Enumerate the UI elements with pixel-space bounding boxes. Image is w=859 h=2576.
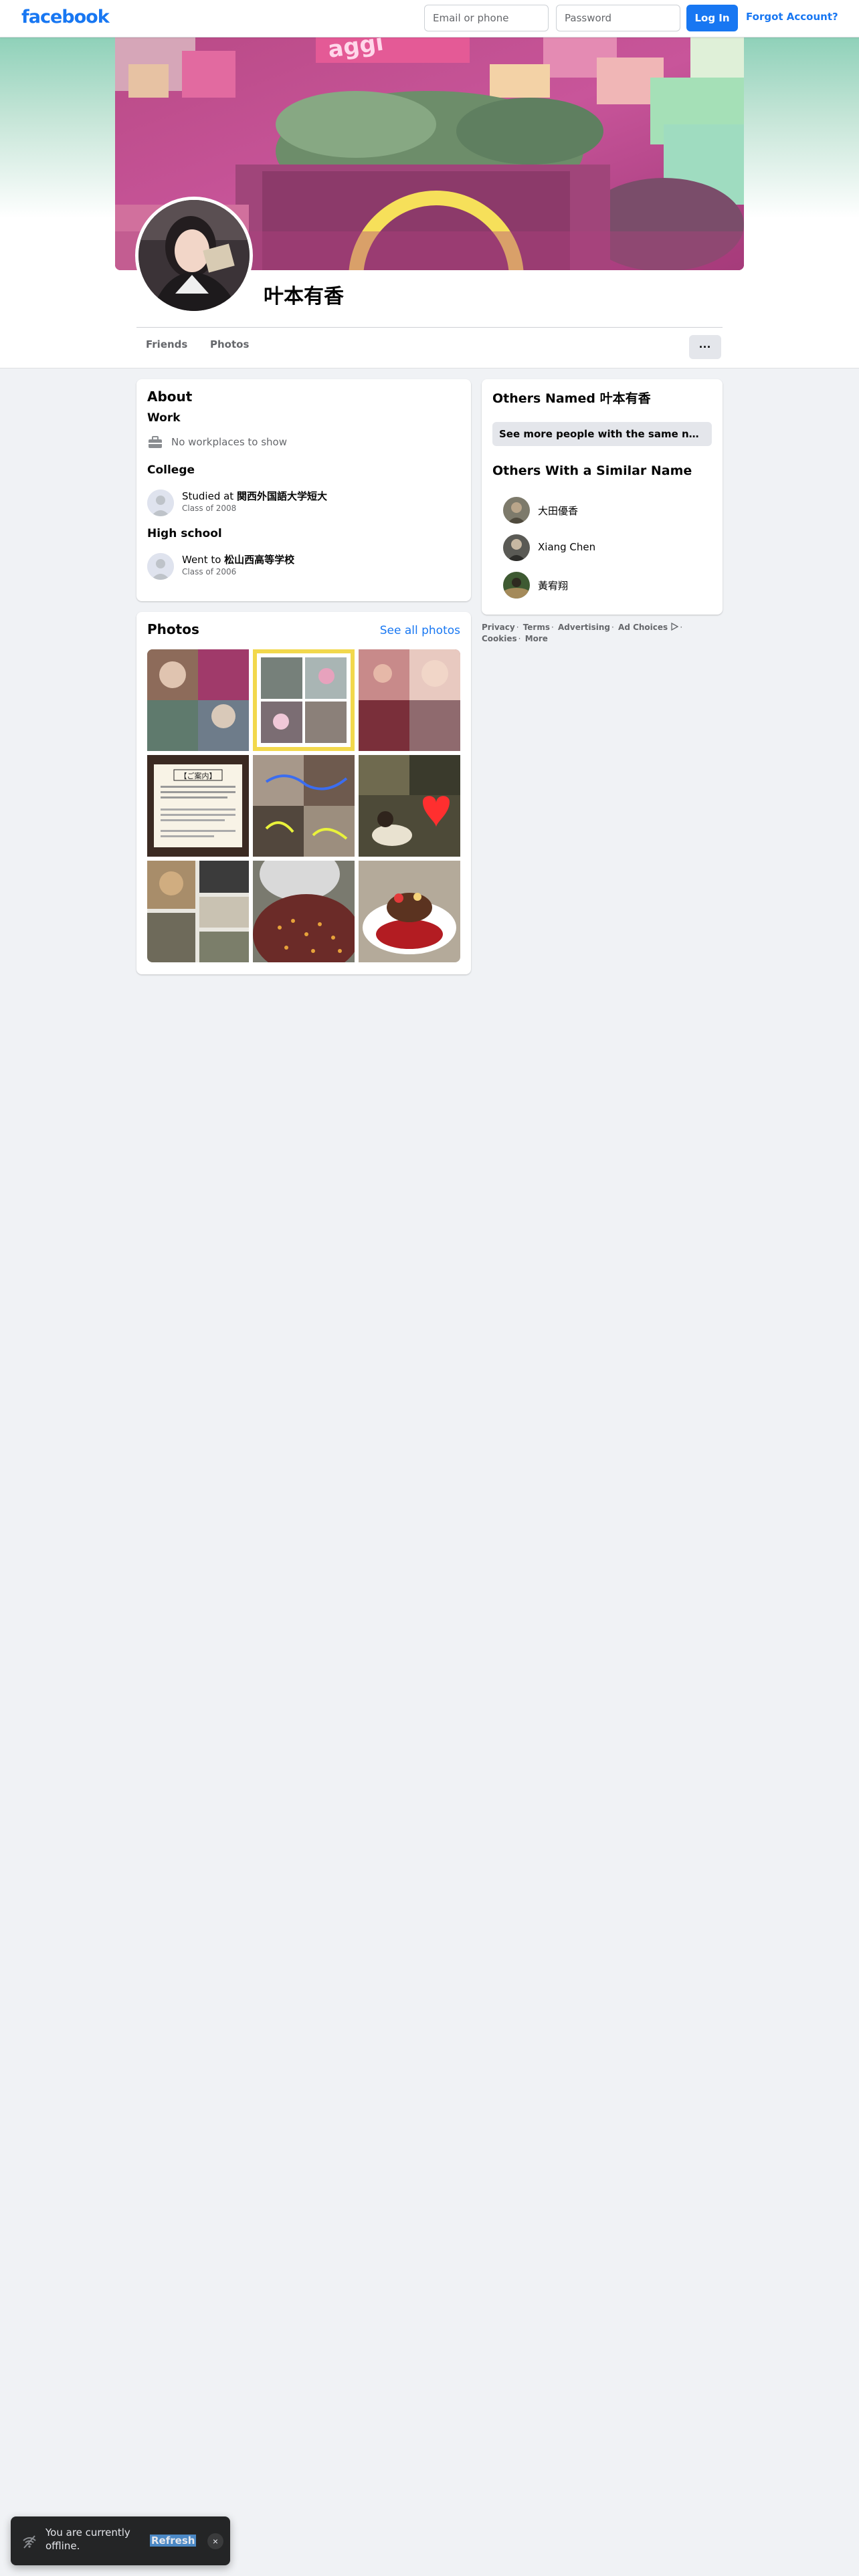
footer-cookies-link[interactable]: Cookies (482, 634, 517, 643)
header-divider (136, 327, 723, 328)
school-icon (147, 553, 174, 580)
forgot-account-link[interactable]: Forgot Account? (746, 11, 838, 23)
facebook-logo[interactable]: facebook (21, 7, 110, 27)
high-school-heading: High school (147, 527, 222, 540)
photo-thumbnail[interactable] (253, 649, 355, 751)
others-named-title: Others Named 叶本有香 (492, 391, 651, 406)
profile-picture-image (138, 200, 250, 311)
school-icon (147, 490, 174, 516)
similar-name-label: 黃宥翔 (538, 580, 569, 592)
tab-photos[interactable]: Photos (210, 338, 249, 350)
footer-terms-link[interactable]: Terms (523, 623, 550, 632)
footer-ad-choices-link[interactable]: Ad Choices (618, 623, 668, 632)
refresh-button[interactable]: Refresh (150, 2535, 197, 2547)
no-wifi-icon (21, 2534, 37, 2550)
see-more-same-name-button[interactable]: See more people with the same name (492, 422, 712, 446)
college-heading: College (147, 463, 195, 477)
offline-toast: You are currently offline. Refresh × (11, 2516, 230, 2565)
about-title: About (147, 389, 193, 405)
footer-links: Privacy · Terms · Advertising · Ad Choices … (482, 622, 683, 643)
high-school-prefix: Went to (182, 554, 225, 566)
photo-thumbnail[interactable] (147, 861, 249, 962)
similar-name-label: 大田優香 (538, 505, 579, 517)
high-school-link[interactable]: 松山西高等学校 (224, 554, 294, 566)
photo-thumbnail[interactable] (147, 649, 249, 751)
similar-name-label: Xiang Chen (538, 541, 596, 553)
photos-title: Photos (147, 621, 199, 637)
more-options-button[interactable]: ··· (689, 335, 721, 359)
similar-name-title: Others With a Similar Name (492, 463, 692, 478)
photo-grid: 【ご案内】 (147, 649, 460, 962)
footer-privacy-link[interactable]: Privacy (482, 623, 515, 632)
footer-more-link[interactable]: More (525, 634, 548, 643)
similar-name-item[interactable]: 大田優香 (482, 492, 701, 526)
ad-choices-icon (670, 622, 679, 633)
college-entry: Studied at 関西外国語大学短大 (182, 489, 327, 503)
photo-thumbnail[interactable] (359, 649, 460, 751)
photo-notice-title: 【ご案内】 (180, 771, 217, 780)
photo-thumbnail[interactable] (359, 755, 460, 857)
photos-card: Photos See all photos 【ご案内】 (136, 612, 471, 974)
photo-thumbnail[interactable] (253, 861, 355, 962)
work-heading: Work (147, 411, 181, 425)
profile-picture[interactable] (135, 197, 253, 314)
password-field[interactable] (556, 5, 680, 31)
work-empty-text: No workplaces to show (171, 436, 287, 448)
see-all-photos-link[interactable]: See all photos (380, 624, 460, 637)
others-named-card: Others Named 叶本有香 See more people with t… (482, 379, 723, 615)
similar-name-item[interactable]: Xiang Chen (482, 529, 701, 564)
offline-message: You are currently offline. (45, 2527, 130, 2552)
photo-thumbnail[interactable]: 【ご案内】 (147, 755, 249, 857)
similar-name-item[interactable]: 黃宥翔 (482, 566, 701, 601)
college-prefix: Studied at (182, 490, 237, 502)
photo-thumbnail[interactable] (253, 755, 355, 857)
email-field[interactable] (424, 5, 549, 31)
avatar (503, 497, 530, 524)
avatar (503, 572, 530, 599)
tab-friends[interactable]: Friends (146, 338, 187, 350)
college-class-year: Class of 2008 (182, 504, 237, 513)
close-icon[interactable]: × (207, 2533, 223, 2549)
briefcase-icon (147, 435, 163, 449)
profile-name: 叶本有香 (264, 285, 344, 308)
high-school-entry: Went to 松山西高等学校 (182, 552, 294, 566)
about-card: About Work No workplaces to show College… (136, 379, 471, 601)
photo-thumbnail[interactable] (359, 861, 460, 962)
high-school-class-year: Class of 2006 (182, 567, 237, 576)
avatar (503, 534, 530, 561)
footer-advertising-link[interactable]: Advertising (558, 623, 610, 632)
log-in-button[interactable]: Log In (686, 5, 738, 31)
college-school-link[interactable]: 関西外国語大学短大 (237, 490, 327, 502)
top-navigation-bar: facebook Log In Forgot Account? (0, 0, 859, 37)
